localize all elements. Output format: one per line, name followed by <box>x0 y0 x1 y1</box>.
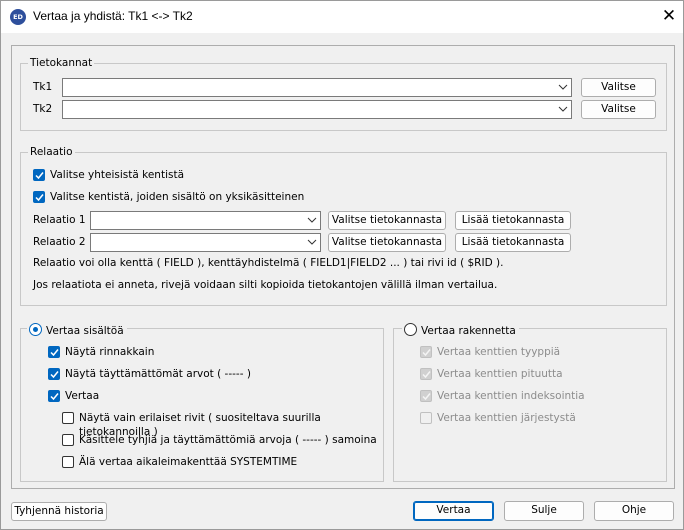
relation2-combobox[interactable] <box>90 233 321 252</box>
compare-button[interactable]: Vertaa <box>413 501 494 521</box>
checkmark-icon <box>50 393 59 401</box>
chevron-down-icon <box>307 217 317 223</box>
relation-info-text: Relaatio voi olla kenttä ( FIELD ), kent… <box>33 257 504 269</box>
relation2-select-db-button[interactable]: Valitse tietokannasta <box>328 233 446 252</box>
tk2-label: Tk2 <box>33 103 53 115</box>
tk1-label: Tk1 <box>33 81 53 93</box>
compare-structure-label: Vertaa rakennetta <box>421 325 516 337</box>
databases-group: Tietokannat Tk1 Valitse Tk2 Valitse <box>20 56 667 131</box>
compare-index-checkbox <box>420 390 432 402</box>
compare-index-label: Vertaa kenttien indeksointia <box>437 390 585 402</box>
checkmark-icon <box>422 349 431 357</box>
treat-empty-same-checkbox[interactable] <box>62 434 74 446</box>
checkmark-icon <box>35 172 44 180</box>
compare-type-checkbox <box>420 346 432 358</box>
show-side-by-side-label: Näytä rinnakkain <box>65 346 155 358</box>
relation2-add-db-button[interactable]: Lisää tietokannasta <box>455 233 571 252</box>
show-unfilled-label: Näytä täyttämättömät arvot ( ----- ) <box>65 368 251 380</box>
compare-structure-radio[interactable] <box>404 323 417 336</box>
compare-type-label: Vertaa kenttien tyyppiä <box>437 346 561 358</box>
compare-order-checkbox <box>420 412 432 424</box>
compare-structure-group: Vertaa rakennetta Vertaa kenttien tyyppi… <box>393 321 667 482</box>
tk2-combobox[interactable] <box>62 100 572 119</box>
checkmark-icon <box>50 371 59 379</box>
relation1-label: Relaatio 1 <box>33 214 86 226</box>
tk2-select-button[interactable]: Valitse <box>581 100 656 119</box>
compare-label: Vertaa <box>65 390 100 402</box>
app-icon: ED <box>10 9 26 25</box>
checkmark-icon <box>35 194 44 202</box>
checkmark-icon <box>422 371 431 379</box>
dialog-window: ED Vertaa ja yhdistä: Tk1 <-> Tk2 ✕ Tiet… <box>0 0 684 530</box>
treat-empty-same-label: Käsittele tyhjiä ja täyttämättömiä arvoj… <box>79 434 377 446</box>
chevron-down-icon <box>558 106 568 112</box>
compare-content-group: Vertaa sisältöä Näytä rinnakkain Näytä t… <box>20 321 384 482</box>
checkmark-icon <box>50 349 59 357</box>
relation-info-text-2: Jos relaatiota ei anneta, rivejä voidaan… <box>33 279 498 291</box>
compare-structure-legend: Vertaa rakennetta <box>402 321 519 338</box>
main-panel: Tietokannat Tk1 Valitse Tk2 Valitse Rela… <box>11 45 675 489</box>
show-unfilled-checkbox[interactable] <box>48 368 60 380</box>
show-side-by-side-checkbox[interactable] <box>48 346 60 358</box>
checkmark-icon <box>422 393 431 401</box>
title-bar: ED Vertaa ja yhdistä: Tk1 <-> Tk2 ✕ <box>1 1 683 33</box>
compare-content-radio[interactable] <box>29 323 42 336</box>
unique-fields-checkbox[interactable] <box>33 191 45 203</box>
compare-order-label: Vertaa kenttien järjestystä <box>437 412 576 424</box>
close-button[interactable]: Sulje <box>504 501 584 521</box>
tk1-select-button[interactable]: Valitse <box>581 78 656 97</box>
help-button[interactable]: Ohje <box>594 501 674 521</box>
compare-content-legend: Vertaa sisältöä <box>27 321 127 338</box>
close-icon[interactable]: ✕ <box>655 2 683 30</box>
clear-history-button[interactable]: Tyhjennä historia <box>11 502 107 521</box>
relation1-combobox[interactable] <box>90 211 321 230</box>
databases-legend: Tietokannat <box>28 56 95 70</box>
compare-length-label: Vertaa kenttien pituutta <box>437 368 563 380</box>
common-fields-label: Valitse yhteisistä kentistä <box>50 169 185 181</box>
tk1-combobox[interactable] <box>62 78 572 97</box>
compare-content-label: Vertaa sisältöä <box>46 325 124 337</box>
chevron-down-icon <box>307 239 317 245</box>
chevron-down-icon <box>558 84 568 90</box>
compare-length-checkbox <box>420 368 432 380</box>
compare-checkbox[interactable] <box>48 390 60 402</box>
window-title: Vertaa ja yhdistä: Tk1 <-> Tk2 <box>33 9 193 23</box>
skip-systemtime-checkbox[interactable] <box>62 456 74 468</box>
relation2-label: Relaatio 2 <box>33 236 86 248</box>
unique-fields-label: Valitse kentistä, joiden sisältö on yksi… <box>50 191 305 203</box>
common-fields-checkbox[interactable] <box>33 169 45 181</box>
only-different-rows-checkbox[interactable] <box>62 412 74 424</box>
relation-legend: Relaatio <box>28 145 75 159</box>
relation-group: Relaatio Valitse yhteisistä kentistä Val… <box>20 145 667 306</box>
relation1-add-db-button[interactable]: Lisää tietokannasta <box>455 211 571 230</box>
skip-systemtime-label: Älä vertaa aikaleimakenttää SYSTEMTIME <box>79 456 298 468</box>
relation1-select-db-button[interactable]: Valitse tietokannasta <box>328 211 446 230</box>
